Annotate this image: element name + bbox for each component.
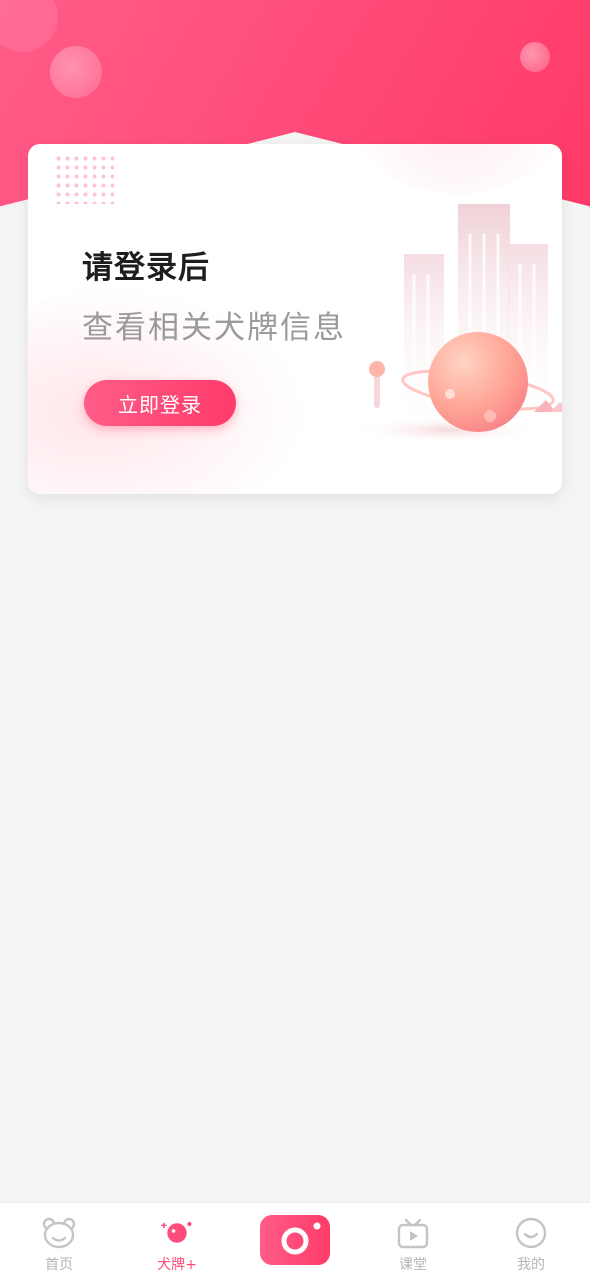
camera-icon [260,1215,330,1265]
card-arc [348,144,562,194]
tab-home[interactable]: 首页 [0,1203,118,1280]
smile-icon [513,1215,549,1251]
login-prompt-title: 请登录后 [82,250,210,286]
tab-dog-tag[interactable]: 犬牌+ [118,1203,236,1280]
bear-face-icon [41,1215,77,1251]
login-prompt-card: 请登录后 查看相关犬牌信息 立即登录 [28,144,562,494]
tab-classroom[interactable]: 课堂 [354,1203,472,1280]
dog-tag-icon [159,1215,195,1251]
city-planet-illustration [352,204,562,444]
page: 请登录后 查看相关犬牌信息 立即登录 首页 犬牌+ 课堂 我的 [0,0,590,1280]
decor-bubble [50,46,102,98]
tab-label: 犬牌+ [157,1257,197,1273]
tv-play-icon [395,1215,431,1251]
tab-label: 首页 [45,1257,73,1273]
tab-camera[interactable] [236,1203,354,1280]
dot-pattern [54,154,114,204]
decor-bubble [520,42,550,72]
bottom-tab-bar: 首页 犬牌+ 课堂 我的 [0,1202,590,1280]
login-now-button[interactable]: 立即登录 [84,380,236,426]
tab-label: 课堂 [399,1257,427,1273]
tab-mine[interactable]: 我的 [472,1203,590,1280]
decor-bubble [0,0,58,52]
tab-label: 我的 [517,1257,545,1273]
login-prompt-subtitle: 查看相关犬牌信息 [82,310,346,346]
